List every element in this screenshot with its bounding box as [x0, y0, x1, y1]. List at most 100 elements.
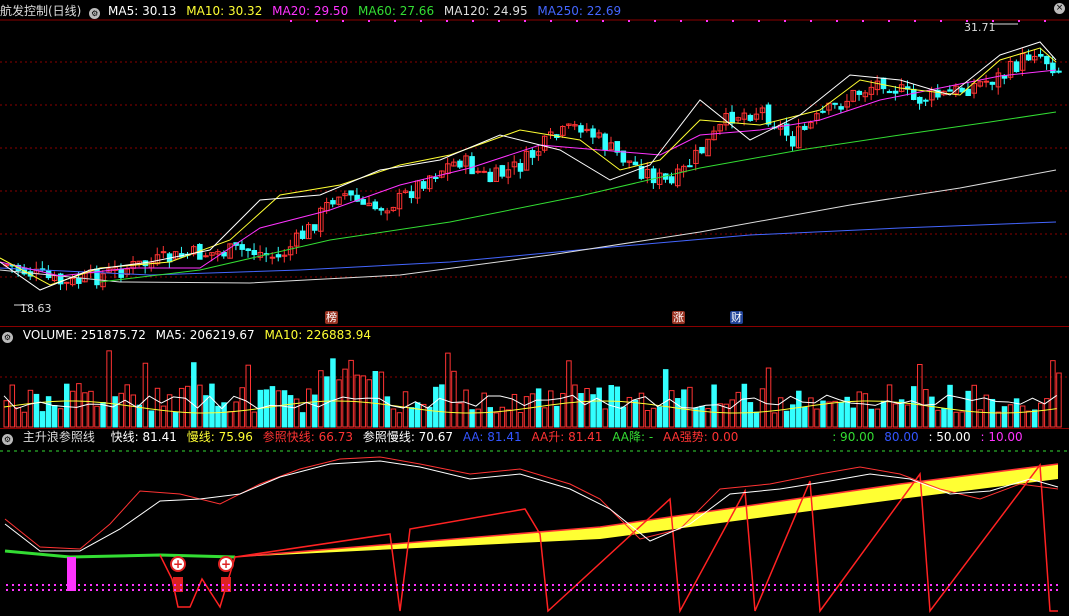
gear-icon[interactable]: ⚙: [89, 8, 101, 19]
level-dot: [426, 584, 428, 586]
level-dot: [720, 584, 722, 586]
volume-bar: [185, 385, 191, 428]
level-dot: [978, 584, 980, 586]
level-dot: [966, 584, 968, 586]
signal-dot: [550, 20, 552, 22]
level-dot: [468, 584, 470, 586]
level-dot: [384, 589, 386, 591]
volume-ma10-label: MA10: 226883.94: [264, 328, 372, 342]
level-dot: [138, 584, 140, 586]
indicator-title: 主升浪参照线: [22, 430, 95, 444]
level-dot: [534, 589, 536, 591]
level-dot: [72, 584, 74, 586]
level-dot: [612, 589, 614, 591]
level-dot: [444, 589, 446, 591]
level-dot: [546, 584, 548, 586]
volume-bar: [499, 406, 506, 428]
volume-bar: [209, 383, 215, 428]
ma20-line: [0, 69, 1057, 277]
tag-zhang[interactable]: 涨: [672, 311, 685, 324]
volume-bar: [717, 403, 723, 428]
volume-bar: [330, 358, 336, 428]
candle-body: [275, 254, 282, 258]
level-dot: [390, 589, 392, 591]
volume-bar: [88, 390, 94, 428]
level-dot: [798, 589, 800, 591]
indicator-panel[interactable]: ⚙ 主升浪参照线 快线: 81.41 慢线: 75.96 参照快线: 66.73…: [0, 429, 1069, 616]
candle-body: [245, 248, 251, 252]
level-dot: [378, 584, 380, 586]
level-dot: [498, 589, 500, 591]
level-dot: [6, 584, 8, 586]
level-dot: [12, 589, 14, 591]
level-dot: [576, 589, 578, 591]
level-dot: [474, 584, 476, 586]
volume-bar: [160, 405, 167, 428]
slow-line-label: 慢线: 75.96: [186, 430, 253, 444]
level-dot: [1032, 584, 1034, 586]
level-dot: [510, 584, 512, 586]
price-chart[interactable]: [0, 0, 1069, 326]
level-dot: [582, 589, 584, 591]
volume-bar: [753, 411, 760, 428]
level-dot: [642, 589, 644, 591]
level-dot: [534, 584, 536, 586]
volume-bar: [191, 362, 197, 428]
signal-dot: [810, 20, 812, 22]
level-dot: [18, 584, 20, 586]
volume-bar: [130, 394, 137, 428]
level-dot: [426, 589, 428, 591]
volume-bar: [433, 386, 439, 428]
signal-dot: [290, 20, 292, 22]
level-dot: [228, 584, 230, 586]
volume-bar: [27, 389, 34, 428]
volume-bar: [487, 407, 493, 428]
level-dot: [906, 589, 908, 591]
level-dot: [522, 589, 524, 591]
level-dot: [234, 589, 236, 591]
level-dot: [192, 584, 194, 586]
level-dot: [66, 589, 68, 591]
volume-bar: [336, 379, 342, 428]
level-dot: [354, 589, 356, 591]
gear-icon[interactable]: ⚙: [2, 332, 13, 343]
level-dot: [210, 584, 212, 586]
level-dot: [144, 589, 146, 591]
volume-bar: [995, 411, 1002, 428]
level-dot: [186, 589, 188, 591]
level-dot: [48, 584, 50, 586]
volume-bar: [451, 370, 457, 428]
level-dot: [516, 584, 518, 586]
volume-bar: [306, 388, 312, 428]
volume-bar: [239, 387, 245, 428]
ref-fast-label: 参照快线: 66.73: [262, 430, 353, 444]
level-dot: [42, 584, 44, 586]
candle-body: [923, 99, 929, 102]
level-dot: [726, 584, 728, 586]
level-dot: [444, 584, 446, 586]
tag-bang[interactable]: 榜: [325, 311, 338, 324]
signal-dot: [784, 20, 786, 22]
aa-strong-label: AA强势: 0.00: [663, 430, 739, 444]
volume-panel[interactable]: ⚙ VOLUME: 251875.72 MA5: 206219.67 MA10:…: [0, 327, 1069, 428]
tag-cai[interactable]: 财: [730, 311, 743, 324]
volume-bar: [971, 384, 977, 428]
level-dot: [240, 584, 242, 586]
gear-icon[interactable]: ⚙: [2, 434, 13, 445]
level-dot: [702, 584, 704, 586]
indicator-chart[interactable]: + +: [0, 429, 1069, 616]
level-dot: [864, 584, 866, 586]
level-dot: [714, 589, 716, 591]
level-dot: [780, 589, 782, 591]
level-dot: [726, 589, 728, 591]
price-panel[interactable]: 航发控制(日线) ⚙ MA5: 30.13 MA10: 30.32 MA20: …: [0, 0, 1069, 326]
level-dot: [210, 589, 212, 591]
level-dot: [792, 589, 794, 591]
level-dot: [720, 589, 722, 591]
level-dot: [660, 584, 662, 586]
level-dot: [702, 589, 704, 591]
candle-body: [517, 163, 524, 172]
volume-bar: [15, 407, 22, 428]
candle-body: [614, 141, 621, 153]
level-dot: [150, 589, 152, 591]
